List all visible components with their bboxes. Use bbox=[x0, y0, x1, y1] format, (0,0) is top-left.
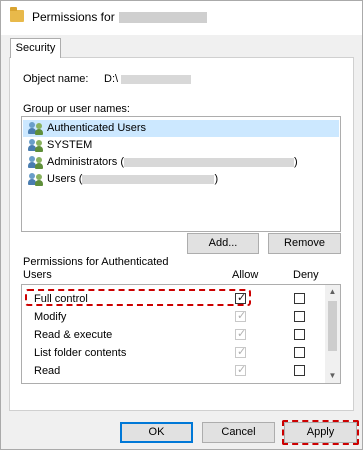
permission-row-read-execute: Read & execute ✓ bbox=[22, 326, 324, 344]
allow-modify-checkbox: ✓ bbox=[235, 310, 247, 322]
redacted-title bbox=[118, 12, 207, 24]
deny-read-checkbox[interactable] bbox=[294, 365, 305, 376]
users-group-icon bbox=[28, 138, 44, 152]
tab-security[interactable]: Security bbox=[10, 38, 61, 58]
allow-column-header: Allow bbox=[232, 269, 259, 281]
users-group-icon bbox=[28, 121, 44, 135]
deny-list-folder-checkbox[interactable] bbox=[294, 347, 305, 358]
scrollbar-thumb[interactable] bbox=[328, 301, 337, 351]
list-item-system[interactable]: SYSTEM bbox=[23, 137, 92, 154]
redacted-text bbox=[82, 174, 215, 184]
cancel-button[interactable]: Cancel bbox=[202, 422, 275, 443]
window-title: Permissions for bbox=[32, 10, 207, 24]
scroll-down-icon[interactable]: ▼ bbox=[325, 369, 340, 383]
permissions-label-line1: Permissions for Authenticated bbox=[23, 256, 169, 268]
permissions-dialog: Permissions for Security Object name: D:… bbox=[0, 0, 363, 450]
permission-name: List folder contents bbox=[34, 347, 127, 359]
scroll-up-icon[interactable]: ▲ bbox=[325, 285, 340, 299]
redacted-text bbox=[124, 157, 295, 167]
permission-name: Modify bbox=[34, 311, 67, 323]
object-name-value: D:\ bbox=[104, 73, 192, 85]
permission-row-list-folder: List folder contents ✓ bbox=[22, 344, 324, 362]
redacted-path bbox=[121, 74, 192, 84]
permissions-scrollbar[interactable]: ▲ ▼ bbox=[325, 285, 340, 383]
checkmark-icon: ✓ bbox=[237, 364, 247, 376]
checkmark-icon: ✓ bbox=[237, 346, 247, 358]
ok-button[interactable]: OK bbox=[120, 422, 193, 443]
list-item-users[interactable]: Users () bbox=[23, 171, 218, 188]
deny-modify-checkbox[interactable] bbox=[294, 311, 305, 322]
list-item-authenticated-users[interactable]: Authenticated Users bbox=[23, 120, 339, 137]
checkmark-icon: ✓ bbox=[237, 328, 247, 340]
users-group-icon bbox=[28, 155, 44, 169]
permissions-label-line2: Users bbox=[23, 269, 52, 281]
permission-row-modify: Modify ✓ bbox=[22, 308, 324, 326]
group-list-label: Group or user names: bbox=[23, 103, 130, 115]
apply-highlight bbox=[282, 420, 359, 445]
allow-read-checkbox: ✓ bbox=[235, 364, 247, 376]
allow-list-folder-checkbox: ✓ bbox=[235, 346, 247, 358]
object-name-label: Object name: bbox=[23, 73, 89, 85]
permission-name: Read bbox=[34, 365, 61, 377]
title-bar: Permissions for bbox=[1, 1, 362, 35]
permission-row-read: Read ✓ bbox=[22, 362, 324, 380]
checkmark-icon: ✓ bbox=[237, 310, 247, 322]
deny-full-control-checkbox[interactable] bbox=[294, 293, 305, 304]
list-item-administrators[interactable]: Administrators () bbox=[23, 154, 298, 171]
permission-name: Read & execute bbox=[34, 329, 113, 341]
remove-button[interactable]: Remove bbox=[268, 233, 341, 254]
folder-icon bbox=[10, 7, 24, 22]
group-user-list[interactable]: Authenticated Users SYSTEM Administrator… bbox=[21, 116, 341, 232]
full-control-highlight bbox=[25, 289, 251, 306]
deny-column-header: Deny bbox=[293, 269, 319, 281]
allow-read-execute-checkbox: ✓ bbox=[235, 328, 247, 340]
deny-read-execute-checkbox[interactable] bbox=[294, 329, 305, 340]
add-button[interactable]: Add... bbox=[187, 233, 259, 254]
users-group-icon bbox=[28, 172, 44, 186]
